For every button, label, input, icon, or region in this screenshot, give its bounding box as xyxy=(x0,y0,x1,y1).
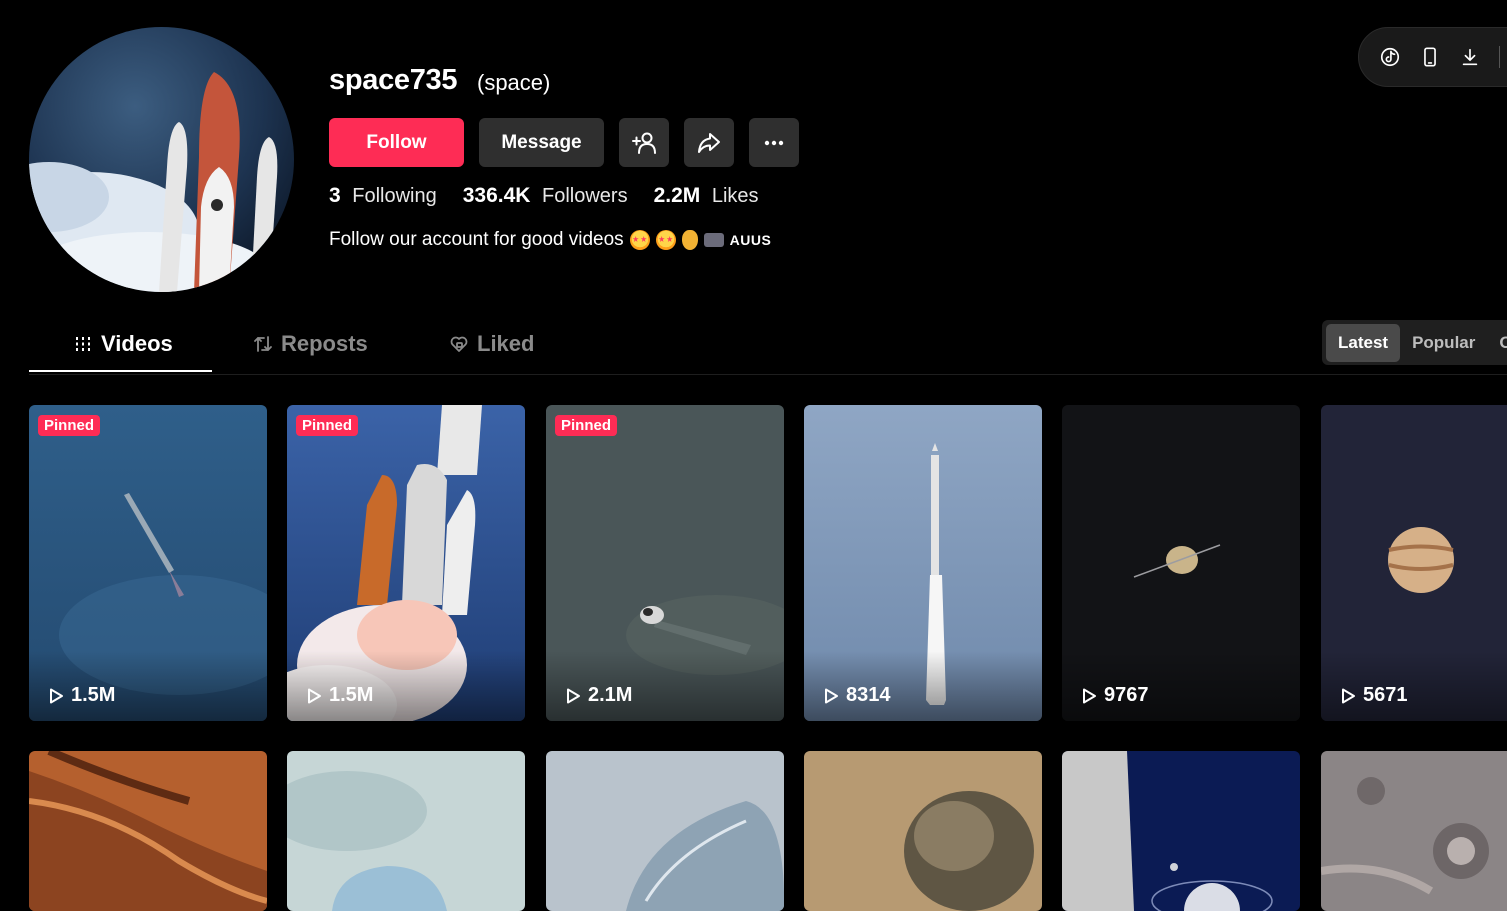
sort-popular[interactable]: Popular xyxy=(1400,324,1487,362)
play-icon xyxy=(1083,688,1096,703)
view-count: 5671 xyxy=(1339,684,1408,707)
bio-text: Follow our account for good videos xyxy=(329,229,624,250)
followers-count: 336.4K xyxy=(462,184,531,207)
grid-icon xyxy=(76,337,90,351)
video-thumbnail xyxy=(287,751,525,911)
tab-videos-label: Videos xyxy=(101,331,173,356)
video-card[interactable] xyxy=(29,751,267,911)
view-count: 2.1M xyxy=(564,684,632,707)
view-count: 1.5M xyxy=(305,684,373,707)
video-card[interactable] xyxy=(1062,751,1300,911)
suggested-accounts-button[interactable] xyxy=(619,118,669,167)
play-icon xyxy=(308,688,321,703)
video-card[interactable]: Pinned 1.5M xyxy=(29,405,267,721)
active-tab-indicator xyxy=(29,370,212,372)
followers-label: Followers xyxy=(542,185,628,207)
play-icon xyxy=(567,688,580,703)
play-icon xyxy=(825,688,838,703)
video-thumbnail xyxy=(546,751,784,911)
likes-label: Likes xyxy=(711,185,759,207)
heart-icon xyxy=(450,336,468,352)
video-card[interactable]: 9767 xyxy=(1062,405,1300,721)
download-icon[interactable] xyxy=(1457,44,1483,70)
view-count-value: 2.1M xyxy=(588,684,633,706)
share-button[interactable] xyxy=(684,118,734,167)
top-controls xyxy=(1358,27,1507,87)
video-thumbnail xyxy=(804,751,1042,911)
star-struck-emoji xyxy=(655,230,676,250)
following-count: 3 xyxy=(329,184,341,207)
view-count-value: 9767 xyxy=(1104,684,1149,706)
view-count: 9767 xyxy=(1080,684,1149,707)
video-card[interactable] xyxy=(804,751,1042,911)
avatar[interactable] xyxy=(29,27,294,292)
pinned-badge: Pinned xyxy=(296,415,359,436)
ellipsis-icon xyxy=(764,140,784,145)
sort-toggle: Latest Popular O xyxy=(1322,320,1507,365)
phone-icon[interactable] xyxy=(1417,44,1443,70)
view-count: 8314 xyxy=(822,684,891,707)
more-options-button[interactable] xyxy=(749,118,799,167)
sort-latest[interactable]: Latest xyxy=(1326,323,1401,362)
username: space735 xyxy=(329,64,458,96)
share-icon xyxy=(698,132,720,153)
tab-videos[interactable]: Videos xyxy=(73,331,173,357)
view-count-value: 8314 xyxy=(846,684,891,706)
add-person-icon xyxy=(632,132,656,154)
video-card[interactable]: Pinned 2.1M xyxy=(546,405,784,721)
likes-count: 2.2M xyxy=(653,184,701,207)
view-count: 1.5M xyxy=(47,684,115,707)
pinned-badge: Pinned xyxy=(38,415,101,436)
repost-icon xyxy=(254,336,272,352)
view-count-value: 1.5M xyxy=(329,684,374,706)
play-icon xyxy=(1342,688,1355,703)
likes-stat: 2.2M Likes xyxy=(654,184,759,208)
pinned-badge: Pinned xyxy=(555,415,618,436)
camera-emoji xyxy=(703,233,724,247)
message-button[interactable]: Message xyxy=(479,118,604,167)
video-thumbnail xyxy=(29,751,267,911)
video-thumbnail xyxy=(1321,751,1507,911)
followers-stat[interactable]: 336.4K Followers xyxy=(463,184,628,208)
play-icon xyxy=(50,688,63,703)
video-card[interactable]: 5671 xyxy=(1321,405,1507,721)
video-card[interactable]: Pinned 1.5M xyxy=(287,405,525,721)
tab-reposts[interactable]: Reposts xyxy=(253,331,368,357)
profile-tabs: Videos Reposts Liked xyxy=(29,320,1507,375)
profile-stats: 3 Following 336.4K Followers 2.2M Likes xyxy=(329,184,759,208)
bio: Follow our account for good videos AUUS xyxy=(329,229,771,251)
nickname: (space) xyxy=(477,70,551,95)
view-count-value: 5671 xyxy=(1363,684,1408,706)
sort-oldest[interactable]: O xyxy=(1487,324,1507,362)
pinched-fingers-emoji xyxy=(681,230,698,250)
tab-reposts-label: Reposts xyxy=(281,331,368,356)
tiktok-icon[interactable] xyxy=(1377,44,1403,70)
view-count-value: 1.5M xyxy=(71,684,116,706)
star-struck-emoji xyxy=(629,230,650,250)
video-card[interactable] xyxy=(1321,751,1507,911)
following-label: Following xyxy=(352,185,437,207)
video-card[interactable] xyxy=(546,751,784,911)
divider xyxy=(1499,46,1500,68)
follow-button[interactable]: Follow xyxy=(329,118,464,167)
video-card[interactable] xyxy=(287,751,525,911)
following-stat[interactable]: 3 Following xyxy=(329,184,437,208)
video-thumbnail xyxy=(1062,751,1300,911)
tab-liked-label: Liked xyxy=(477,331,535,356)
bio-tag: AUUS xyxy=(729,232,772,248)
tab-liked[interactable]: Liked xyxy=(449,331,534,357)
video-card[interactable]: 8314 xyxy=(804,405,1042,721)
